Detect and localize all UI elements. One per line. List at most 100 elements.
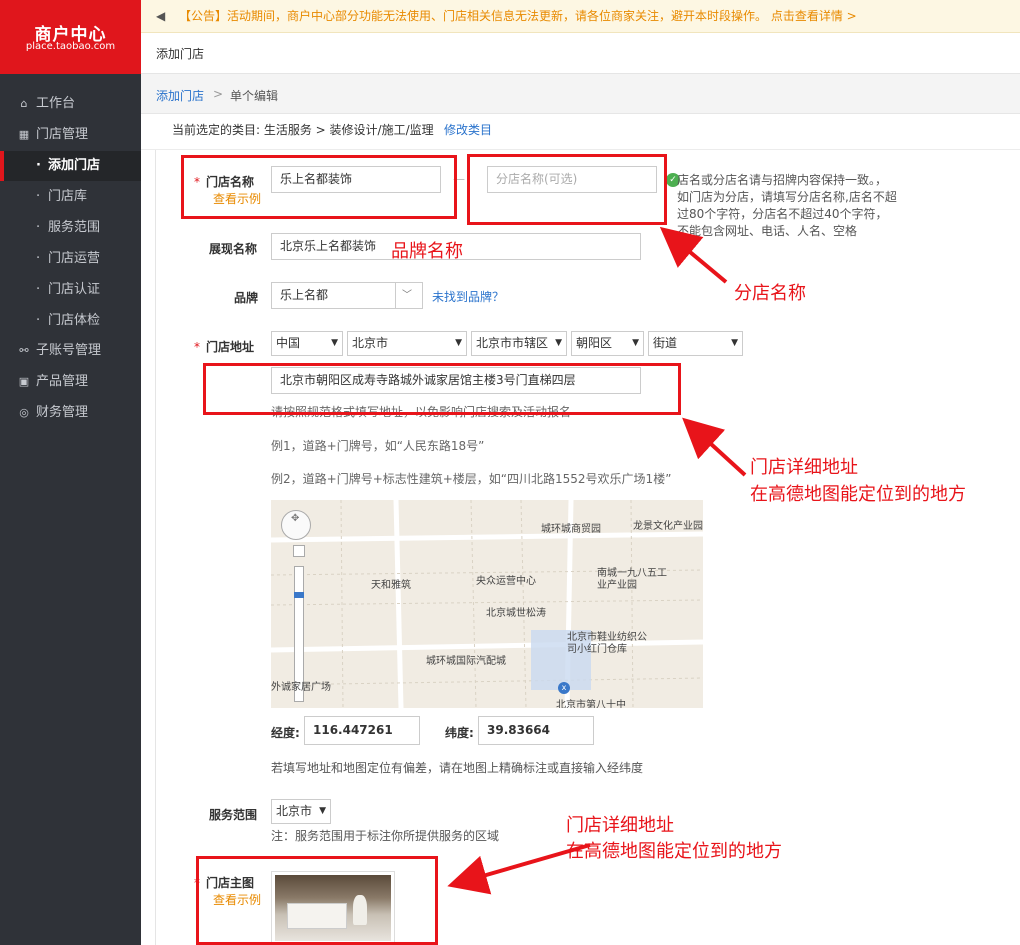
service-scope-note: 注：服务范围用于标注你所提供服务的区域 [271, 829, 500, 843]
brand-value: 乐上名都 [280, 288, 329, 302]
address-example-1: 例1，道路+门牌号，如“人民东路18号” [271, 439, 485, 453]
breadcrumb-parent[interactable]: 添加门店 [156, 87, 204, 104]
sidebar-item-label: 门店体检 [48, 313, 101, 328]
sidebar-item-store-operation[interactable]: · 门店运营 [0, 244, 141, 274]
province-value: 北京市 [352, 336, 389, 350]
required-mark: * [194, 340, 200, 354]
annotation-address-1: 门店详细地址 [750, 457, 858, 478]
display-name-label: 展现名称 [209, 242, 258, 256]
map-label: 南城一九八五工业产业园 [597, 568, 667, 591]
sidebar-item-label: 产品管理 [36, 374, 89, 389]
notice-text[interactable]: 【公告】活动期间，商户中心部分功能无法使用、门店相关信息无法更新，请各位商家关注… [179, 0, 857, 33]
share-icon: ⚯ [19, 344, 29, 357]
brand-divider [395, 283, 396, 308]
city-select[interactable]: 北京市市辖区 ▼ [471, 331, 567, 356]
label-text: 门店地址 [206, 340, 255, 354]
sidebar-item-add-store[interactable]: · 添加门店 [0, 151, 141, 181]
annotation-box-branch-name [467, 154, 667, 225]
category-path: 当前选定的类目: 生活服务 > 装修设计/施工/监理 [172, 123, 434, 137]
address-example-2: 例2，道路+门牌号+标志性建筑+楼层，如“四川北路1552号欢乐广场1楼” [271, 472, 672, 486]
city-value: 北京市市辖区 [476, 336, 549, 350]
brand-select[interactable]: 乐上名都 ﹀ [271, 282, 423, 309]
breadcrumb-separator: > [213, 87, 224, 101]
district-select[interactable]: 朝阳区 ▼ [571, 331, 644, 356]
locate-button[interactable] [293, 545, 305, 557]
map-label: 天和雅筑 [371, 580, 411, 591]
finance-icon: ◎ [19, 406, 29, 419]
bullet: · [36, 189, 41, 204]
logo[interactable]: 商户中心 place.taobao.com [0, 0, 141, 74]
sidebar: 商户中心 place.taobao.com ⌂ 工作台 ▦ 门店管理 · 添加门… [0, 0, 141, 945]
map-marker-icon[interactable]: x [558, 682, 570, 694]
breadcrumb: 添加门店 > 单个编辑 [141, 74, 1020, 114]
dropdown-arrow-icon: ▼ [632, 338, 639, 348]
sidebar-item-label: 门店库 [48, 189, 88, 204]
sidebar-item-label: 子账号管理 [36, 343, 102, 358]
bullet: · [36, 220, 41, 235]
sidebar-item-label: 服务范围 [48, 220, 101, 235]
dropdown-arrow-icon: ▼ [455, 338, 462, 348]
brand-label: 品牌 [234, 291, 259, 305]
street-select[interactable]: 街道 ▼ [648, 331, 743, 356]
dropdown-arrow-icon: ▼ [331, 338, 338, 348]
megaphone-icon: ◀ [156, 9, 166, 23]
country-value: 中国 [276, 336, 301, 350]
map-label: 城环城国际汽配城 [426, 656, 506, 667]
sidebar-item-service-scope[interactable]: · 服务范围 [0, 213, 141, 243]
sidebar-item-store-certification[interactable]: · 门店认证 [0, 275, 141, 305]
annotation-box-store-name [181, 155, 457, 219]
map-label: 北京市第八十中 [556, 700, 626, 708]
dropdown-arrow-icon: ▼ [319, 806, 326, 816]
map-label: 北京市鞋业纺织公司小红门仓库 [567, 632, 647, 655]
location-map[interactable]: ✥ 城环城商贸园 龙景文化产业园 天和雅筑 央众运营中心 南城一九八五工业产业园… [271, 500, 703, 708]
sidebar-item-store-library[interactable]: · 门店库 [0, 182, 141, 212]
map-hint: 若填写地址和地图定位有偏差，请在地图上精确标注或直接输入经纬度 [271, 761, 644, 775]
logo-subtitle: place.taobao.com [25, 41, 116, 52]
sidebar-item-label: 门店管理 [36, 127, 89, 142]
page-header: 添加门店 [141, 33, 1020, 74]
category-bar: 当前选定的类目: 生活服务 > 装修设计/施工/监理 修改类目 [141, 114, 1020, 150]
longitude-input[interactable]: 116.447261 [304, 716, 420, 745]
dropdown-arrow-icon: ▼ [731, 338, 738, 348]
sidebar-item-products[interactable]: ▣ 产品管理 [0, 367, 141, 397]
grid-icon: ▣ [18, 375, 30, 388]
sidebar-item-finance[interactable]: ◎ 财务管理 [0, 398, 141, 428]
bullet: · [36, 251, 41, 266]
page-title: 添加门店 [156, 47, 205, 61]
street-value: 街道 [653, 336, 678, 350]
store-icon: ▦ [18, 128, 30, 141]
sidebar-item-sub-accounts[interactable]: ⚯ 子账号管理 [0, 336, 141, 366]
chevron-down-icon: ﹀ [402, 290, 412, 301]
latitude-label: 纬度: [445, 726, 474, 740]
service-scope-select[interactable]: 北京市 ▼ [271, 799, 331, 824]
map-label: 央众运营中心 [476, 576, 536, 587]
annotation-branch-name: 分店名称 [734, 283, 806, 304]
district-value: 朝阳区 [576, 336, 613, 350]
home-icon: ⌂ [20, 97, 28, 110]
breadcrumb-current: 单个编辑 [230, 89, 279, 103]
zoom-handle[interactable] [294, 592, 304, 598]
sidebar-item-label: 添加门店 [48, 158, 101, 173]
country-select[interactable]: 中国 ▼ [271, 331, 343, 356]
sidebar-item-workbench[interactable]: ⌂ 工作台 [0, 89, 141, 119]
province-select[interactable]: 北京市 ▼ [347, 331, 467, 356]
notice-bar[interactable]: ◀ 【公告】活动期间，商户中心部分功能无法使用、门店相关信息无法更新，请各位商家… [141, 0, 1020, 33]
latitude-input[interactable]: 39.83664 [478, 716, 594, 745]
annotation-brand-name: 品牌名称 [391, 241, 463, 262]
annotation-address-2: 在高德地图能定位到的地方 [750, 484, 966, 505]
pan-control[interactable]: ✥ [281, 510, 311, 540]
sidebar-item-store-checkup[interactable]: · 门店体检 [0, 306, 141, 336]
edit-category-link[interactable]: 修改类目 [444, 121, 492, 138]
brand-not-found-link[interactable]: 未找到品牌？ [432, 288, 504, 305]
store-address-label: * 门店地址 [194, 338, 254, 355]
name-tip: 店名或分店名请与招牌内容保持一致。，如门店为分店，请填写分店名称,店名不超过80… [677, 173, 897, 238]
dropdown-arrow-icon: ▼ [555, 338, 562, 348]
sidebar-item-store-management[interactable]: ▦ 门店管理 [0, 120, 141, 150]
annotation-box-address [203, 363, 681, 415]
sidebar-item-label: 工作台 [36, 96, 76, 111]
map-label: 城环城商贸园 [541, 524, 601, 535]
sidebar-item-label: 门店运营 [48, 251, 101, 266]
annotation-bottom-2: 在高德地图能定位到的地方 [566, 841, 782, 862]
content-divider [155, 150, 156, 945]
service-scope-label: 服务范围 [209, 808, 258, 822]
